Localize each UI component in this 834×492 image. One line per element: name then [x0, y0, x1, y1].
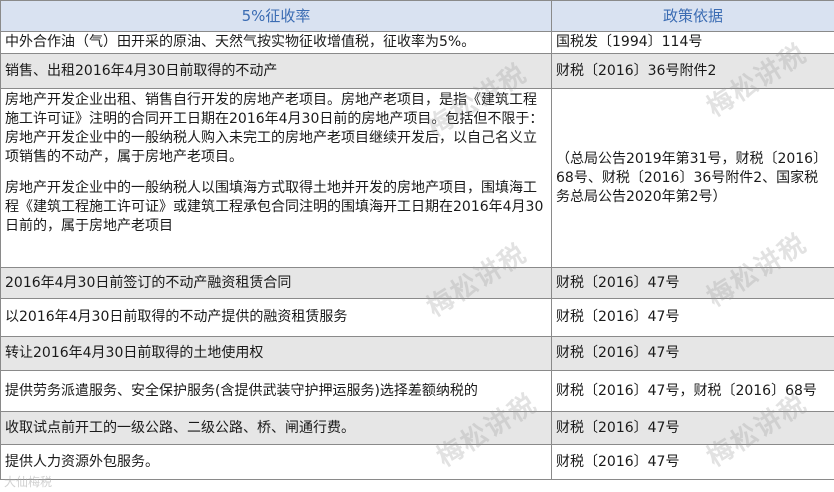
item-cell: 收取试点前开工的一级公路、二级公路、桥、闸通行费。	[0, 411, 552, 445]
item-cell: 提供人力资源外包服务。	[0, 444, 552, 480]
tax-rate-table: 5%征收率 政策依据 中外合作油（气）田开采的原油、天然气按实物征收增值税，征收…	[0, 0, 834, 480]
basis-cell: 国税发〔1994〕114号	[551, 31, 834, 54]
policy-table-page: 5%征收率 政策依据 中外合作油（气）田开采的原油、天然气按实物征收增值税，征收…	[0, 0, 834, 492]
item-cell: 转让2016年4月30日前取得的土地使用权	[0, 336, 552, 371]
item-cell: 2016年4月30日前签订的不动产融资租赁合同	[0, 267, 552, 299]
item-cell: 销售、出租2016年4月30日前取得的不动产	[0, 53, 552, 89]
item-cell: 中外合作油（气）田开采的原油、天然气按实物征收增值税，征收率为5%。	[0, 31, 552, 54]
table-row: 提供劳务派遣服务、安全保护服务(含提供武装守护押运服务)选择差额纳税的 财税〔2…	[0, 370, 834, 412]
table-row: 收取试点前开工的一级公路、二级公路、桥、闸通行费。 财税〔2016〕47号	[0, 411, 834, 445]
item-cell: 房地产开发企业出租、销售自行开发的房地产老项目。房地产老项目，是指《建筑工程施工…	[0, 88, 552, 268]
header-rate: 5%征收率	[0, 0, 552, 32]
basis-cell: 财税〔2016〕47号	[551, 336, 834, 371]
table-row: 中外合作油（气）田开采的原油、天然气按实物征收增值税，征收率为5%。 国税发〔1…	[0, 31, 834, 54]
basis-cell: 财税〔2016〕47号	[551, 298, 834, 337]
table-row: 转让2016年4月30日前取得的土地使用权 财税〔2016〕47号	[0, 336, 834, 371]
basis-cell: 财税〔2016〕47号	[551, 411, 834, 445]
table-row: 以2016年4月30日前取得的不动产提供的融资租赁服务 财税〔2016〕47号	[0, 298, 834, 337]
table-header-row: 5%征收率 政策依据	[0, 0, 834, 32]
basis-cell: 财税〔2016〕36号附件2	[551, 53, 834, 89]
basis-cell: 财税〔2016〕47号	[551, 267, 834, 299]
table-row: 房地产开发企业出租、销售自行开发的房地产老项目。房地产老项目，是指《建筑工程施工…	[0, 88, 834, 268]
basis-cell: 财税〔2016〕47号	[551, 444, 834, 480]
item-cell: 以2016年4月30日前取得的不动产提供的融资租赁服务	[0, 298, 552, 337]
table-row: 提供人力资源外包服务。 财税〔2016〕47号	[0, 444, 834, 480]
item-paragraph-2: 房地产开发企业中的一般纳税人以围填海方式取得土地并开发的房地产项目，围填海工程《…	[5, 180, 544, 234]
basis-cell: 财税〔2016〕47号，财税〔2016〕68号	[551, 370, 834, 412]
table-row: 2016年4月30日前签订的不动产融资租赁合同 财税〔2016〕47号	[0, 267, 834, 299]
table-row: 销售、出租2016年4月30日前取得的不动产 财税〔2016〕36号附件2	[0, 53, 834, 89]
item-paragraph-1: 房地产开发企业出租、销售自行开发的房地产老项目。房地产老项目，是指《建筑工程施工…	[5, 92, 544, 165]
basis-cell: （总局公告2019年第31号，财税〔2016〕68号、财税〔2016〕36号附件…	[551, 88, 834, 268]
header-basis: 政策依据	[551, 0, 834, 32]
item-cell: 提供劳务派遣服务、安全保护服务(含提供武装守护押运服务)选择差额纳税的	[0, 370, 552, 412]
